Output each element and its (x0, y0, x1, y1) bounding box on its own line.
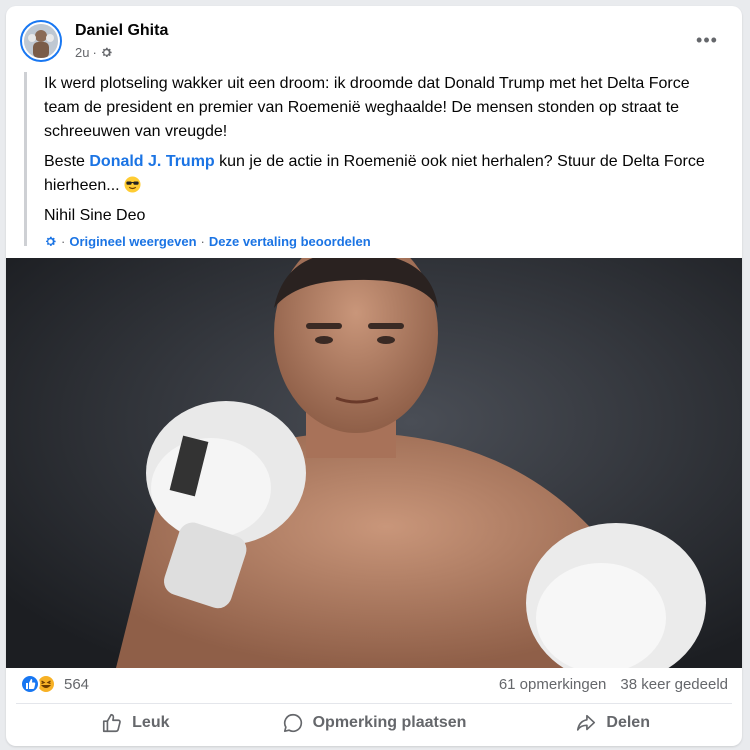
post-card: Daniel Ghita 2u · ••• Ik werd plotseling… (6, 6, 742, 746)
engagement-counts: 61 opmerkingen 38 keer gedeeld (499, 676, 728, 693)
post-paragraph-1: Ik werd plotseling wakker uit een droom:… (44, 75, 690, 140)
boxer-photo-image (6, 258, 742, 668)
comments-count[interactable]: 61 opmerkingen (499, 676, 607, 693)
author-name[interactable]: Daniel Ghita (75, 22, 168, 40)
translation-separator-2: · (200, 234, 205, 249)
reactions-summary[interactable]: 564 (20, 674, 89, 694)
action-bar: Leuk Opmerking plaatsen Delen (16, 703, 732, 740)
post-time[interactable]: 2u (75, 45, 89, 60)
share-label: Delen (606, 714, 650, 731)
post-paragraph-3: Nihil Sine Deo (44, 207, 146, 224)
share-button[interactable]: Delen (493, 706, 732, 740)
more-options-button[interactable]: ••• (690, 28, 724, 52)
post-header: Daniel Ghita 2u · ••• (18, 18, 730, 70)
mention-link[interactable]: Donald J. Trump (89, 153, 214, 170)
translation-row: · Origineel weergeven · Deze vertaling b… (44, 234, 724, 249)
post-text: Ik werd plotseling wakker uit een droom:… (24, 72, 724, 249)
share-arrow-icon (575, 712, 597, 734)
shares-count[interactable]: 38 keer gedeeld (620, 676, 728, 693)
reaction-icons (20, 674, 58, 694)
translation-separator-1: · (61, 234, 66, 249)
thumbs-up-icon (101, 712, 123, 734)
post-photo[interactable] (6, 258, 742, 668)
sunglasses-emoji-icon (124, 176, 141, 193)
meta-separator: · (92, 45, 97, 60)
avatar[interactable] (20, 20, 62, 62)
like-icon (20, 674, 40, 694)
avatar-image (24, 24, 58, 58)
translate-gear-icon (44, 235, 57, 248)
comment-label: Opmerking plaatsen (312, 714, 467, 731)
post-stats: 564 61 opmerkingen 38 keer gedeeld (20, 670, 728, 698)
like-label: Leuk (132, 714, 170, 731)
post-paragraph-2: Beste Donald J. Trump kun je de actie in… (44, 150, 724, 198)
comment-bubble-icon (282, 712, 304, 734)
post-meta: 2u · (75, 45, 113, 60)
like-button[interactable]: Leuk (16, 706, 255, 740)
reaction-count: 564 (64, 675, 90, 693)
rate-translation-link[interactable]: Deze vertaling beoordelen (209, 234, 371, 249)
more-options-label: ••• (696, 29, 718, 50)
paragraph-2-start: Beste (44, 153, 90, 170)
show-original-link[interactable]: Origineel weergeven (69, 234, 196, 249)
comment-button[interactable]: Opmerking plaatsen (255, 706, 494, 740)
audience-gear-icon[interactable] (100, 46, 113, 59)
